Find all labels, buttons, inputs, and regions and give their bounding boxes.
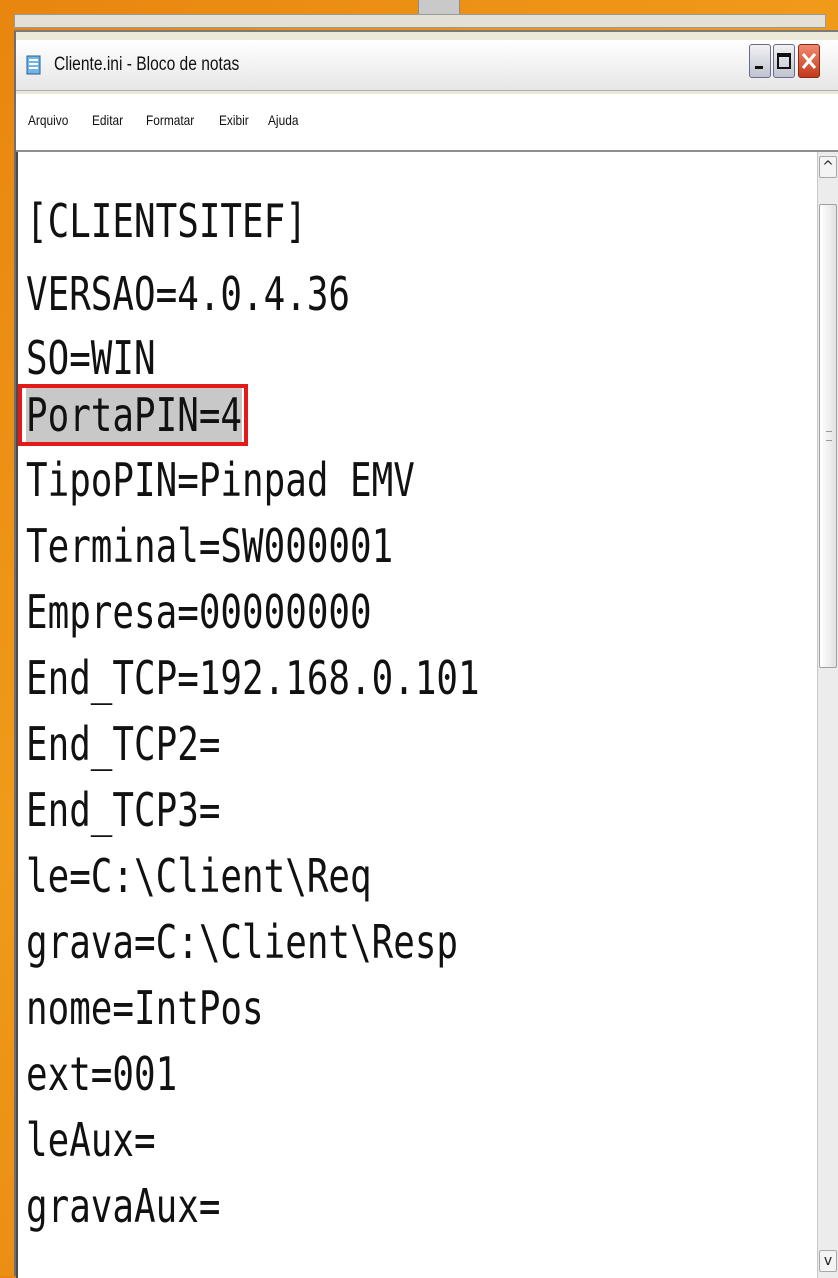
text-line: gravaAux=: [26, 1179, 221, 1233]
text-line: End_TCP3=: [26, 783, 221, 837]
text-line: Terminal=SW000001: [26, 519, 394, 573]
text-line: End_TCP=192.168.0.101: [26, 651, 480, 705]
menu-ajuda[interactable]: Ajuda: [268, 112, 298, 128]
text-editor[interactable]: [CLIENTSITEF] VERSAO=4.0.4.36 SO=WIN Por…: [16, 152, 819, 1278]
text-line: leAux=: [26, 1113, 156, 1167]
menu-arquivo[interactable]: Arquivo: [28, 112, 68, 128]
scroll-up-arrow-icon[interactable]: ^: [819, 156, 837, 178]
menu-exibir[interactable]: Exibir: [219, 112, 249, 128]
background-tab: [418, 0, 460, 15]
close-button[interactable]: [798, 44, 820, 78]
text-line: SO=WIN: [26, 331, 156, 385]
vertical-scrollbar[interactable]: ^ v: [817, 152, 838, 1278]
maximize-button[interactable]: [773, 44, 795, 78]
scroll-down-arrow-icon[interactable]: v: [819, 1250, 837, 1272]
background-window-edge: [14, 14, 826, 28]
text-line: nome=IntPos: [26, 981, 264, 1035]
scroll-thumb[interactable]: [819, 204, 837, 668]
highlight-box: [18, 384, 248, 446]
text-line: ext=001: [26, 1047, 178, 1101]
title-bar[interactable]: Cliente.ini - Bloco de notas: [16, 40, 838, 91]
text-line: le=C:\Client\Req: [26, 849, 372, 903]
minimize-icon: [755, 66, 763, 69]
window-title: Cliente.ini - Bloco de notas: [54, 54, 240, 75]
notepad-window: Cliente.ini - Bloco de notas Arquivo Edi…: [14, 30, 838, 1278]
minimize-button[interactable]: [749, 44, 771, 78]
text-line: [CLIENTSITEF]: [26, 194, 307, 248]
grip-icon: [826, 431, 832, 441]
menu-formatar[interactable]: Formatar: [146, 112, 194, 128]
close-icon: [801, 53, 817, 69]
maximize-icon: [777, 53, 791, 69]
text-line: VERSAO=4.0.4.36: [26, 267, 351, 321]
text-line: grava=C:\Client\Resp: [26, 915, 459, 969]
menu-editar[interactable]: Editar: [92, 112, 123, 128]
text-line: TipoPIN=Pinpad EMV: [26, 453, 415, 507]
notepad-icon: [26, 54, 42, 76]
text-line: Empresa=00000000: [26, 585, 372, 639]
menu-bar: Arquivo Editar Formatar Exibir Ajuda: [16, 94, 838, 152]
text-line: End_TCP2=: [26, 717, 221, 771]
